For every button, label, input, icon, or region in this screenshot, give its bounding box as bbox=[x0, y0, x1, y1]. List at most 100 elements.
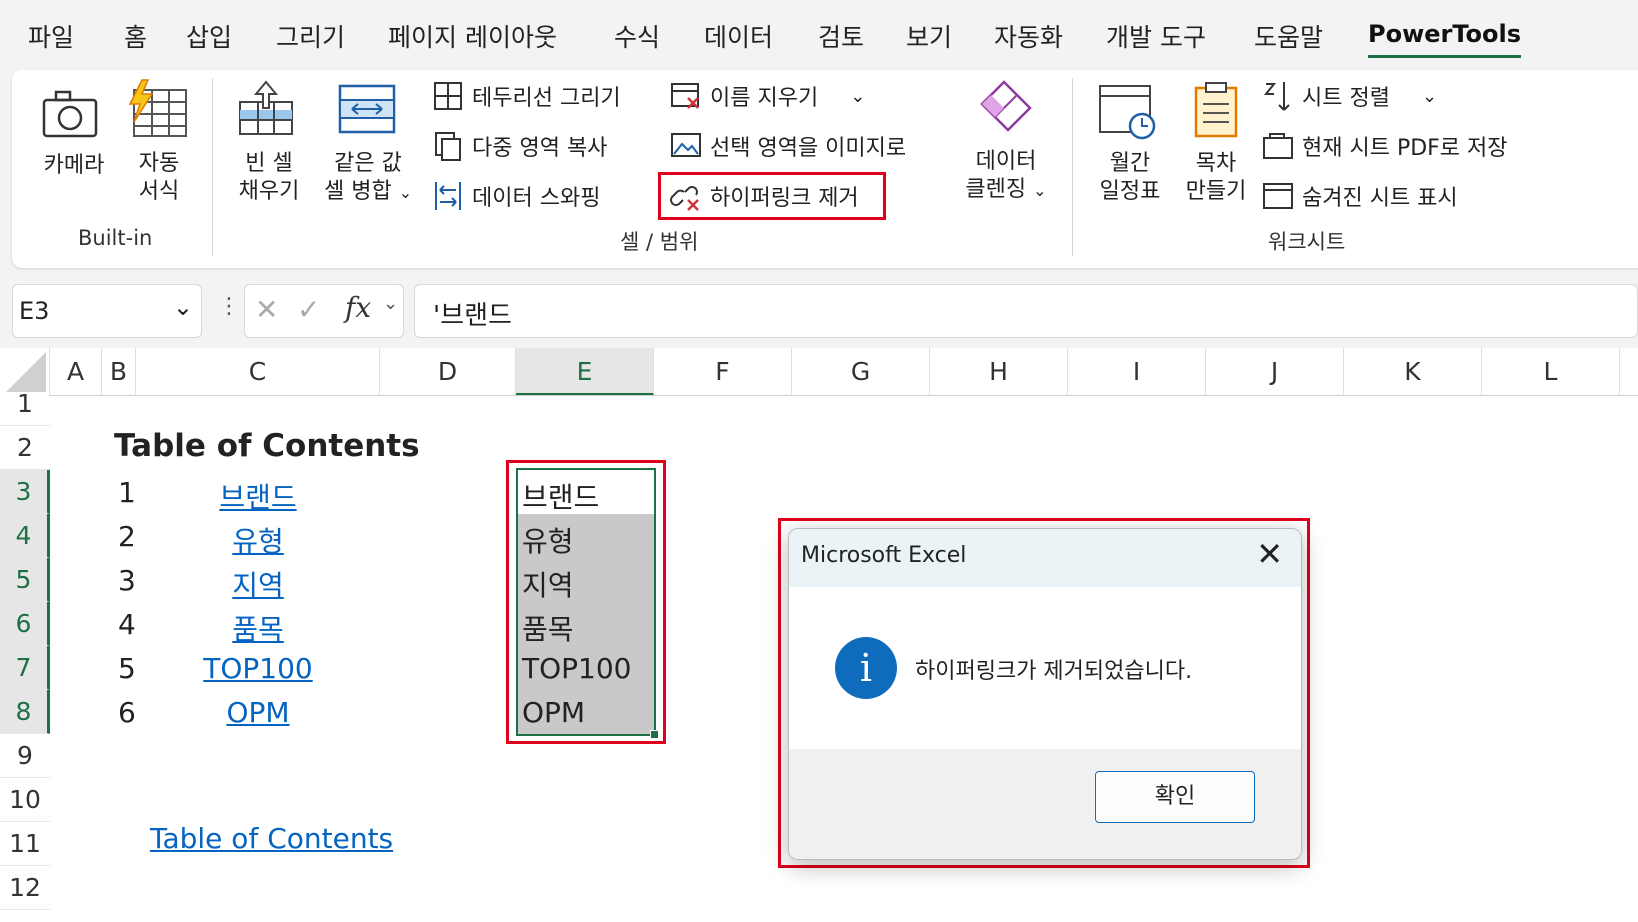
close-icon[interactable]: ✕ bbox=[1256, 535, 1283, 573]
toc-link-opm[interactable]: OPM bbox=[136, 696, 380, 729]
info-icon: i bbox=[835, 637, 897, 699]
row-header-5[interactable]: 5 bbox=[0, 558, 50, 602]
cancel-icon[interactable]: ✕ bbox=[255, 293, 278, 326]
swap-data-button[interactable]: 데이터 스와핑 bbox=[432, 178, 600, 214]
save-pdf-label: 현재 시트 PDF로 저장 bbox=[1302, 136, 1508, 161]
column-header-d[interactable]: D bbox=[380, 348, 516, 396]
row-header-9[interactable]: 9 bbox=[0, 734, 50, 778]
row-header-12[interactable]: 12 bbox=[0, 866, 50, 910]
sort-sheets-label: 시트 정렬 bbox=[1302, 86, 1390, 111]
menu-formulas[interactable]: 수식 bbox=[614, 18, 660, 54]
borders-icon bbox=[434, 82, 462, 110]
column-header-f[interactable]: F bbox=[654, 348, 792, 396]
row-header-7[interactable]: 7 bbox=[0, 646, 50, 690]
menu-review[interactable]: 검토 bbox=[818, 18, 864, 54]
row-header-8[interactable]: 8 bbox=[0, 690, 50, 734]
menu-insert[interactable]: 삽입 bbox=[186, 18, 232, 54]
clear-names-button[interactable]: 이름 지우기 ⌄ bbox=[670, 78, 865, 114]
column-header-g[interactable]: G bbox=[792, 348, 930, 396]
insert-function-icon[interactable]: fx bbox=[345, 291, 371, 324]
toc-link-type[interactable]: 유형 bbox=[136, 520, 380, 560]
row-header-10[interactable]: 10 bbox=[0, 778, 50, 822]
sort-sheets-button[interactable]: 시트 정렬 ⌄ bbox=[1262, 78, 1437, 114]
toc-link-brand[interactable]: 브랜드 bbox=[136, 476, 380, 516]
toc-link-top100[interactable]: TOP100 bbox=[136, 652, 380, 685]
menu-data[interactable]: 데이터 bbox=[704, 18, 773, 54]
selection-to-image-button[interactable]: 선택 영역을 이미지로 bbox=[670, 128, 906, 164]
formula-controls: ✕ ✓ fx ⌄ bbox=[244, 284, 404, 338]
draw-borders-label: 테두리선 그리기 bbox=[472, 86, 621, 111]
column-header-l[interactable]: L bbox=[1482, 348, 1620, 396]
fill-blank-icon bbox=[239, 80, 293, 135]
autoformat-button[interactable]: 자동 서식 bbox=[126, 78, 192, 208]
calendar-icon bbox=[1099, 85, 1156, 140]
row-header-3[interactable]: 3 bbox=[0, 470, 50, 514]
show-hidden-sheets-button[interactable]: 숨겨진 시트 표시 bbox=[1262, 178, 1458, 214]
menu-view[interactable]: 보기 bbox=[906, 18, 952, 54]
menu-file[interactable]: 파일 bbox=[28, 18, 74, 54]
monthly-label-2: 일정표 bbox=[1099, 179, 1161, 204]
toc-link-region[interactable]: 지역 bbox=[136, 564, 380, 604]
row-header-2[interactable]: 2 bbox=[0, 426, 50, 470]
image-icon bbox=[671, 133, 701, 157]
formula-input[interactable]: '브랜드 bbox=[414, 284, 1638, 338]
menu-page-layout[interactable]: 페이지 레이아웃 bbox=[388, 18, 557, 54]
row-header-4[interactable]: 4 bbox=[0, 514, 50, 558]
highlight-remove-hyperlink bbox=[658, 172, 886, 220]
menu-developer[interactable]: 개발 도구 bbox=[1106, 18, 1206, 54]
column-header-j[interactable]: J bbox=[1206, 348, 1344, 396]
sort-icon bbox=[1263, 82, 1290, 111]
toc-label-2: 만들기 bbox=[1185, 179, 1247, 204]
ok-button[interactable]: 확인 bbox=[1095, 771, 1255, 823]
enter-icon[interactable]: ✓ bbox=[297, 293, 320, 326]
row-header-11[interactable]: 11 bbox=[0, 822, 50, 866]
menu-automate[interactable]: 자동화 bbox=[994, 18, 1063, 54]
monthly-calendar-button[interactable]: 월간 일정표 bbox=[1092, 80, 1168, 208]
data-cleansing-label-2: 클렌징 ⌄ bbox=[965, 177, 1047, 202]
eraser-icon bbox=[980, 80, 1032, 132]
column-header-k[interactable]: K bbox=[1344, 348, 1482, 396]
save-pdf-button[interactable]: 현재 시트 PDF로 저장 bbox=[1262, 128, 1508, 164]
camera-icon bbox=[42, 90, 98, 138]
menu-powertools[interactable]: PowerTools bbox=[1368, 20, 1522, 58]
ribbon-separator bbox=[212, 78, 213, 256]
camera-button[interactable]: 카메라 bbox=[38, 84, 110, 182]
swap-icon bbox=[435, 182, 461, 210]
pdf-sheet-icon bbox=[1263, 133, 1293, 159]
fill-blank-button[interactable]: 빈 셀 채우기 bbox=[234, 78, 304, 208]
menu-bar: 파일 홈 삽입 그리기 페이지 레이아웃 수식 데이터 검토 보기 자동화 개발… bbox=[0, 0, 1638, 66]
data-cleansing-button[interactable]: 데이터 클렌징 ⌄ bbox=[956, 78, 1056, 207]
toc-number: 3 bbox=[118, 564, 136, 597]
ribbon: 카메라 자동 서식 Built-in 빈 셀 채우기 같은 값 셀 병합 ⌄ 테… bbox=[12, 70, 1638, 268]
chevron-down-icon[interactable]: ⌄ bbox=[173, 293, 193, 321]
column-header-i[interactable]: I bbox=[1068, 348, 1206, 396]
multi-copy-button[interactable]: 다중 영역 복사 bbox=[432, 128, 607, 164]
toc-number: 6 bbox=[118, 696, 136, 729]
menu-help[interactable]: 도움말 bbox=[1254, 18, 1323, 54]
row-header-6[interactable]: 6 bbox=[0, 602, 50, 646]
draw-borders-button[interactable]: 테두리선 그리기 bbox=[432, 78, 621, 114]
name-box[interactable]: E3 ⌄ bbox=[12, 284, 202, 338]
column-header-a[interactable]: A bbox=[50, 348, 102, 396]
toc-bottom-link[interactable]: Table of Contents bbox=[150, 822, 393, 855]
toc-link-item[interactable]: 품목 bbox=[136, 608, 380, 648]
menu-home[interactable]: 홈 bbox=[124, 18, 147, 54]
chevron-down-icon[interactable]: ⌄ bbox=[383, 293, 398, 314]
toc-title: Table of Contents bbox=[114, 428, 420, 464]
column-header-b[interactable]: B bbox=[102, 348, 136, 396]
column-header-e[interactable]: E bbox=[516, 348, 654, 396]
more-options-icon[interactable]: ⋮ bbox=[218, 294, 240, 319]
swap-data-label: 데이터 스와핑 bbox=[472, 186, 601, 211]
camera-label: 카메라 bbox=[43, 153, 105, 178]
autoformat-label-2: 서식 bbox=[138, 179, 180, 204]
column-header-h[interactable]: H bbox=[930, 348, 1068, 396]
fill-blank-label-2: 채우기 bbox=[238, 179, 300, 204]
chevron-down-icon[interactable]: ⌄ bbox=[850, 86, 865, 107]
menu-draw[interactable]: 그리기 bbox=[276, 18, 345, 54]
merge-same-button[interactable]: 같은 값 셀 병합 ⌄ bbox=[324, 78, 412, 209]
make-toc-button[interactable]: 목차 만들기 bbox=[1180, 80, 1252, 208]
header-divider bbox=[50, 395, 1638, 396]
column-header-c[interactable]: C bbox=[136, 348, 380, 396]
chevron-down-icon[interactable]: ⌄ bbox=[1422, 86, 1437, 107]
row-header-1[interactable]: 1 bbox=[0, 382, 50, 426]
